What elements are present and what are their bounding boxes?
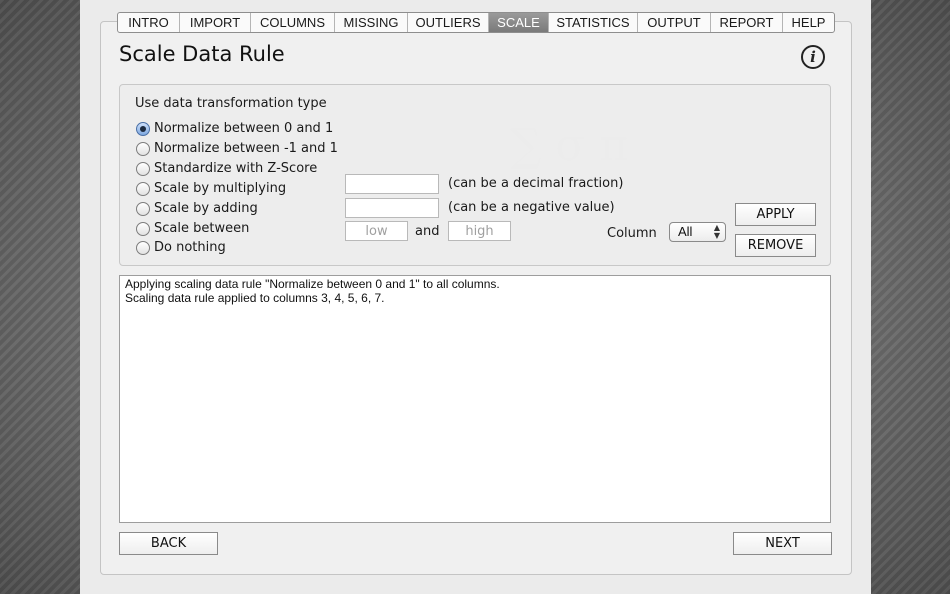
tab-bar: INTRO IMPORT COLUMNS MISSING OUTLIERS SC… — [117, 12, 835, 33]
background-texture-right — [871, 0, 950, 594]
tab-report[interactable]: REPORT — [711, 13, 783, 32]
tab-scale[interactable]: SCALE — [489, 13, 549, 32]
radio-label: Scale by adding — [154, 201, 258, 216]
radio-label: Standardize with Z-Score — [154, 161, 318, 176]
background-texture-left — [0, 0, 80, 594]
page-title: Scale Data Rule — [119, 42, 285, 66]
multiply-input[interactable] — [345, 174, 439, 194]
radio-button-icon[interactable] — [136, 142, 150, 156]
radio-label: Normalize between 0 and 1 — [154, 121, 334, 136]
column-select[interactable]: All ▲ ▼ — [669, 222, 726, 242]
tab-missing[interactable]: MISSING — [335, 13, 408, 32]
column-select-value: All — [678, 224, 693, 239]
radio-button-icon[interactable] — [136, 222, 150, 236]
and-label: and — [415, 224, 440, 239]
low-input[interactable] — [345, 221, 408, 241]
next-button[interactable]: NEXT — [733, 532, 832, 555]
back-button[interactable]: BACK — [119, 532, 218, 555]
updown-arrows-icon: ▲ ▼ — [713, 223, 720, 240]
tab-help[interactable]: HELP — [783, 13, 834, 32]
remove-button[interactable]: REMOVE — [735, 234, 816, 257]
column-label: Column — [607, 226, 657, 241]
tab-intro[interactable]: INTRO — [118, 13, 180, 32]
log-output[interactable]: Applying scaling data rule "Normalize be… — [119, 275, 831, 523]
radio-button-icon[interactable] — [136, 202, 150, 216]
tab-outliers[interactable]: OUTLIERS — [408, 13, 489, 32]
radio-label: Normalize between -1 and 1 — [154, 141, 338, 156]
tab-statistics[interactable]: STATISTICS — [549, 13, 638, 32]
group-label: Use data transformation type — [135, 96, 327, 111]
radio-button-icon[interactable] — [136, 122, 150, 136]
radio-button-icon[interactable] — [136, 182, 150, 196]
log-line: Scaling data rule applied to columns 3, … — [125, 291, 385, 305]
multiply-hint: (can be a decimal fraction) — [448, 176, 624, 191]
tab-import[interactable]: IMPORT — [180, 13, 251, 32]
high-input[interactable] — [448, 221, 511, 241]
add-hint: (can be a negative value) — [448, 200, 615, 215]
apply-button[interactable]: APPLY — [735, 203, 816, 226]
log-line: Applying scaling data rule "Normalize be… — [125, 277, 500, 291]
radio-label: Scale between — [154, 221, 250, 236]
radio-button-icon[interactable] — [136, 162, 150, 176]
radio-label: Do nothing — [154, 240, 226, 255]
radio-label: Scale by multiplying — [154, 181, 287, 196]
info-icon[interactable]: i — [801, 45, 825, 69]
radio-button-icon[interactable] — [136, 241, 150, 255]
add-input[interactable] — [345, 198, 439, 218]
tab-columns[interactable]: COLUMNS — [251, 13, 335, 32]
tab-output[interactable]: OUTPUT — [638, 13, 711, 32]
